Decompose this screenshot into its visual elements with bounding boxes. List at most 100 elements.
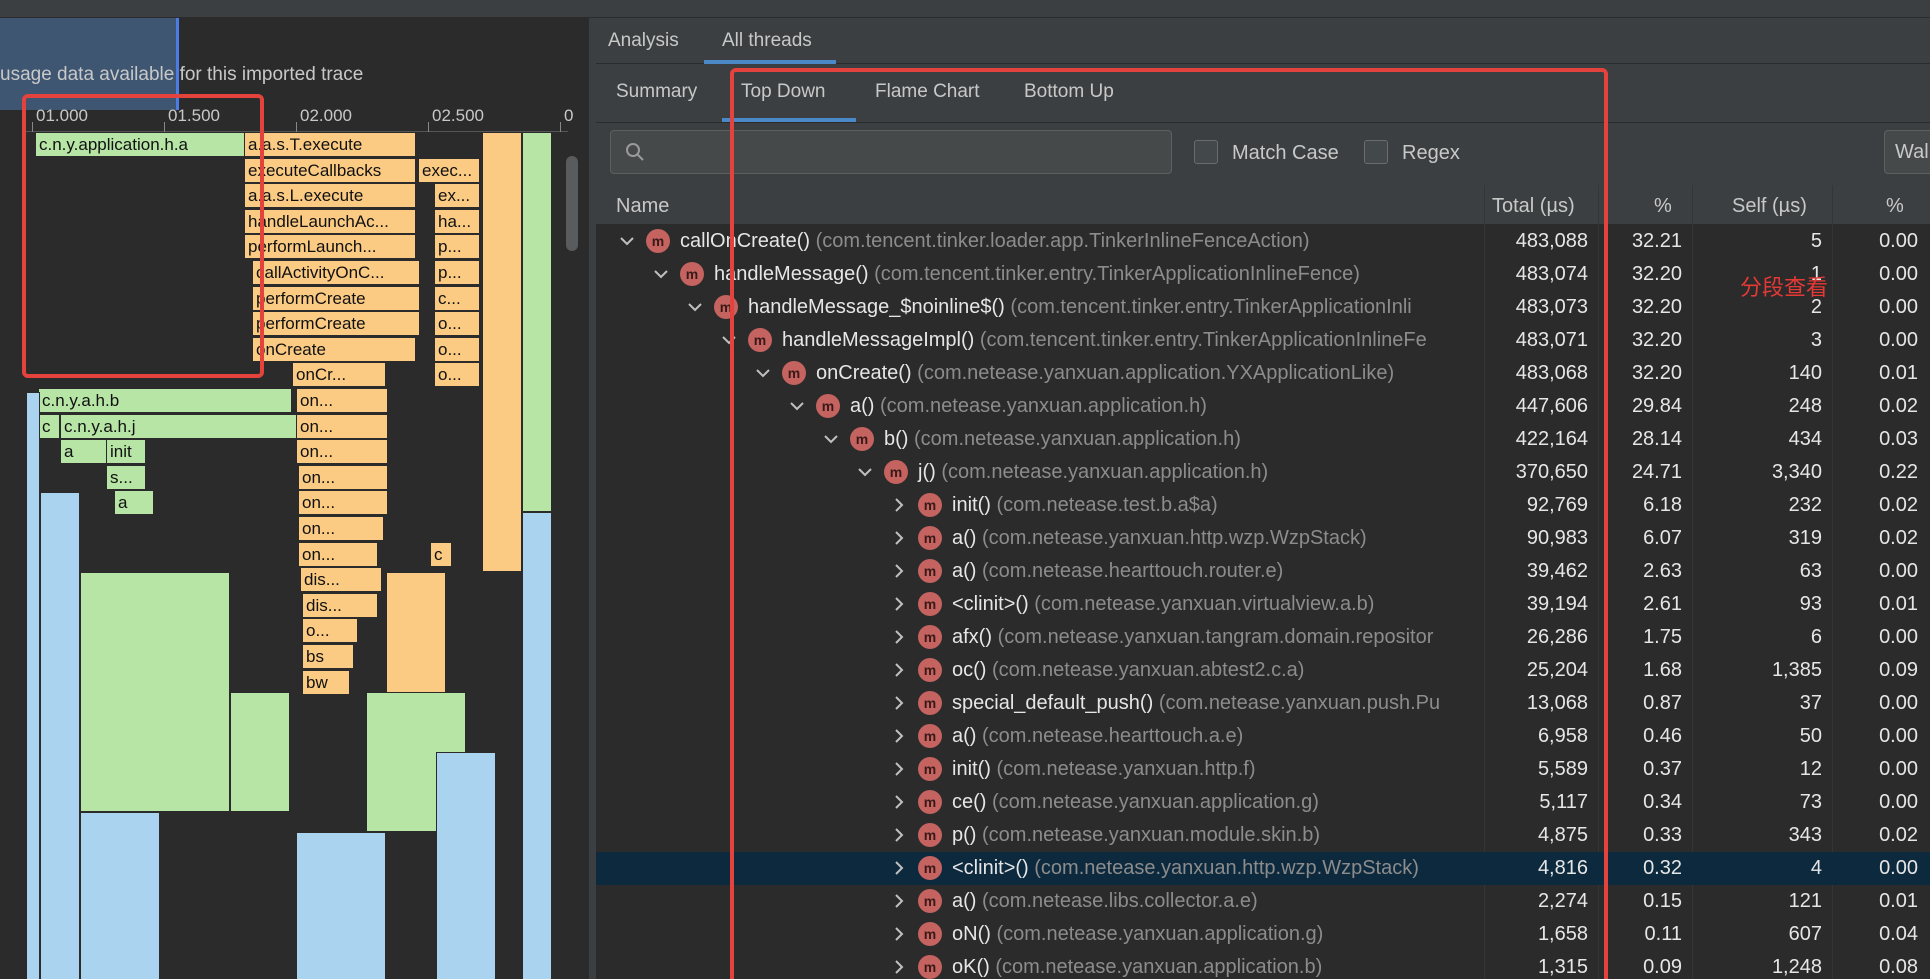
name-cell[interactable]: m onCreate() (com.netease.yanxuan.applica… bbox=[596, 357, 1484, 390]
name-cell[interactable]: m init() (com.netease.yanxuan.http.f) bbox=[596, 753, 1484, 786]
table-row[interactable]: m oc() (com.netease.yanxuan.abtest2.c.a) 2… bbox=[596, 654, 1930, 687]
table-row[interactable]: m init() (com.netease.test.b.a$a) 92,769 6.… bbox=[596, 489, 1930, 522]
flame-frame[interactable]: a.a.s.L.execute bbox=[244, 183, 416, 209]
chevron-down-icon[interactable] bbox=[820, 428, 842, 450]
flame-frame[interactable]: on... bbox=[296, 439, 388, 465]
flame-frame[interactable]: onCr... bbox=[292, 362, 386, 388]
match-case-checkbox[interactable] bbox=[1194, 140, 1218, 164]
table-row[interactable]: m handleMessageImpl() (com.tencent.tinker… bbox=[596, 324, 1930, 357]
pane-splitter[interactable] bbox=[588, 18, 596, 979]
flame-frame[interactable]: a bbox=[60, 439, 108, 465]
flame-frame[interactable]: bs bbox=[302, 644, 354, 669]
name-cell[interactable]: m <clinit>() (com.netease.yanxuan.http.wz… bbox=[596, 852, 1484, 885]
col-header-name[interactable]: Name bbox=[616, 195, 669, 218]
flame-chart-pane[interactable]: usage data available for this imported t… bbox=[0, 18, 588, 979]
flame-frame[interactable]: on... bbox=[298, 541, 378, 567]
table-row[interactable]: m afx() (com.netease.yanxuan.tangram.doma… bbox=[596, 621, 1930, 654]
name-cell[interactable]: m handleMessage() (com.tencent.tinker.ent… bbox=[596, 258, 1484, 291]
name-cell[interactable]: m handleMessageImpl() (com.tencent.tinker… bbox=[596, 324, 1484, 357]
name-cell[interactable]: m ce() (com.netease.yanxuan.application.g… bbox=[596, 786, 1484, 819]
flame-frame[interactable]: on... bbox=[296, 388, 388, 413]
flame-frame[interactable]: performCreate bbox=[252, 311, 420, 337]
table-row[interactable]: m callOnCreate() (com.tencent.tinker.load… bbox=[596, 225, 1930, 258]
table-row[interactable]: m a() (com.netease.yanxuan.http.wzp.WzpSt… bbox=[596, 522, 1930, 555]
chevron-right-icon[interactable] bbox=[888, 758, 910, 780]
name-cell[interactable]: m callOnCreate() (com.tencent.tinker.load… bbox=[596, 225, 1484, 258]
table-row[interactable]: m onCreate() (com.netease.yanxuan.applica… bbox=[596, 357, 1930, 390]
table-row[interactable]: m a() (com.netease.libs.collector.a.e) 2,2… bbox=[596, 885, 1930, 918]
flame-frame[interactable]: executeCallbacks bbox=[244, 157, 416, 183]
flame-frame[interactable]: p... bbox=[434, 234, 480, 260]
chevron-right-icon[interactable] bbox=[888, 593, 910, 615]
table-row[interactable]: m j() (com.netease.yanxuan.application.h)… bbox=[596, 456, 1930, 489]
chevron-right-icon[interactable] bbox=[888, 725, 910, 747]
flame-frame[interactable]: c.n.y.a.h.j bbox=[60, 413, 304, 439]
flame-frame[interactable] bbox=[40, 492, 80, 979]
chevron-down-icon[interactable] bbox=[650, 263, 672, 285]
flame-frame[interactable] bbox=[522, 132, 552, 512]
flame-frame[interactable]: exec... bbox=[418, 157, 480, 183]
chevron-down-icon[interactable] bbox=[684, 296, 706, 318]
flame-frame[interactable]: c.n.y.a.h.b bbox=[38, 388, 292, 413]
flame-frame[interactable] bbox=[230, 692, 290, 812]
flame-frame[interactable]: o... bbox=[302, 618, 358, 644]
name-cell[interactable]: m handleMessage_$noinline$() (com.tencent… bbox=[596, 291, 1484, 324]
table-row[interactable]: m handleMessage() (com.tencent.tinker.ent… bbox=[596, 258, 1930, 291]
table-row[interactable]: m handleMessage_$noinline$() (com.tencent… bbox=[596, 291, 1930, 324]
chevron-right-icon[interactable] bbox=[888, 527, 910, 549]
flame-frame[interactable]: c bbox=[430, 541, 452, 567]
flame-frame[interactable]: c.n.y.application.h.a bbox=[35, 132, 253, 157]
name-cell[interactable]: m afx() (com.netease.yanxuan.tangram.doma… bbox=[596, 621, 1484, 654]
flame-frame[interactable]: dis... bbox=[300, 567, 382, 593]
flame-frame[interactable]: c... bbox=[434, 285, 480, 311]
tab-summary[interactable]: Summary bbox=[616, 81, 697, 103]
name-cell[interactable]: m a() (com.netease.libs.collector.a.e) bbox=[596, 885, 1484, 918]
name-cell[interactable]: m oN() (com.netease.yanxuan.application.g… bbox=[596, 918, 1484, 951]
chevron-down-icon[interactable] bbox=[718, 329, 740, 351]
flame-frame[interactable]: performLaunch... bbox=[244, 234, 416, 260]
tab-all-threads[interactable]: All threads bbox=[722, 30, 812, 52]
flame-frame[interactable] bbox=[482, 132, 522, 572]
name-cell[interactable]: m special_default_push() (com.netease.yan… bbox=[596, 687, 1484, 720]
flame-frame[interactable] bbox=[80, 572, 230, 812]
chevron-down-icon[interactable] bbox=[752, 362, 774, 384]
flame-frame[interactable]: s... bbox=[106, 464, 146, 490]
tab-analysis[interactable]: Analysis bbox=[608, 30, 679, 52]
flame-scrollbar[interactable] bbox=[566, 156, 578, 251]
chevron-right-icon[interactable] bbox=[888, 791, 910, 813]
flame-frame[interactable]: on... bbox=[296, 413, 388, 439]
flame-frame[interactable]: a.a.s.T.execute bbox=[244, 132, 416, 157]
chevron-down-icon[interactable] bbox=[616, 230, 638, 252]
col-header-self[interactable]: Self (µs) bbox=[1732, 195, 1807, 218]
name-cell[interactable]: m oc() (com.netease.yanxuan.abtest2.c.a) bbox=[596, 654, 1484, 687]
flame-frame[interactable]: callActivityOnC... bbox=[252, 260, 420, 285]
flame-frame[interactable] bbox=[436, 752, 496, 979]
flame-chart[interactable]: handleBindApplicationcallApplicationOnCr… bbox=[26, 132, 556, 979]
flame-frame[interactable]: bw bbox=[302, 669, 350, 695]
flame-frame[interactable]: on... bbox=[298, 464, 388, 490]
table-row[interactable]: m <clinit>() (com.netease.yanxuan.virtual… bbox=[596, 588, 1930, 621]
chevron-right-icon[interactable] bbox=[888, 659, 910, 681]
name-cell[interactable]: m oK() (com.netease.yanxuan.application.b… bbox=[596, 951, 1484, 979]
flame-frame[interactable]: o... bbox=[434, 336, 480, 362]
flame-frame[interactable]: on... bbox=[298, 516, 384, 541]
chevron-right-icon[interactable] bbox=[888, 560, 910, 582]
chevron-right-icon[interactable] bbox=[888, 890, 910, 912]
tab-bottom-up[interactable]: Bottom Up bbox=[1024, 81, 1114, 103]
flame-frame[interactable]: init bbox=[106, 439, 146, 465]
flame-frame[interactable]: p... bbox=[434, 260, 480, 285]
table-row[interactable]: m b() (com.netease.yanxuan.application.h)… bbox=[596, 423, 1930, 456]
flame-frame[interactable] bbox=[522, 512, 552, 979]
regex-checkbox[interactable] bbox=[1364, 140, 1388, 164]
name-cell[interactable]: m j() (com.netease.yanxuan.application.h) bbox=[596, 456, 1484, 489]
flame-frame[interactable]: a bbox=[114, 490, 154, 516]
name-cell[interactable]: m <clinit>() (com.netease.yanxuan.virtual… bbox=[596, 588, 1484, 621]
flame-frame[interactable] bbox=[26, 392, 40, 979]
flame-frame[interactable]: o... bbox=[434, 311, 480, 337]
name-cell[interactable]: m a() (com.netease.yanxuan.application.h) bbox=[596, 390, 1484, 423]
col-header-total-pct[interactable]: % bbox=[1654, 195, 1672, 218]
col-header-self-pct[interactable]: % bbox=[1886, 195, 1904, 218]
chevron-right-icon[interactable] bbox=[888, 626, 910, 648]
name-cell[interactable]: m p() (com.netease.yanxuan.module.skin.b) bbox=[596, 819, 1484, 852]
clock-type-select[interactable]: Wal bbox=[1884, 130, 1930, 174]
